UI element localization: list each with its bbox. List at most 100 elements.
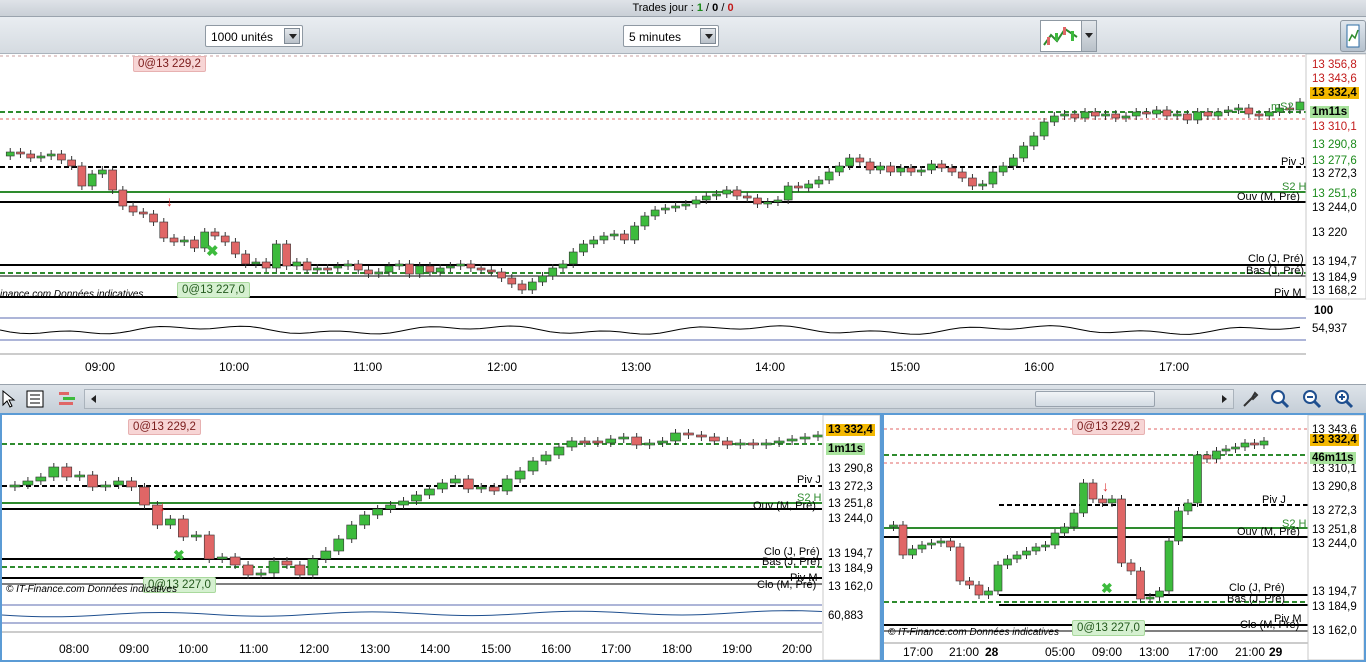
zoom-fit-icon[interactable] bbox=[1270, 389, 1290, 409]
time-axis-label: 09:00 bbox=[85, 360, 116, 374]
main-candle bbox=[261, 261, 271, 269]
intraday-chart-pane[interactable]: ↓✖ bbox=[2, 415, 880, 660]
settings-wrench-icon[interactable] bbox=[1240, 389, 1260, 409]
main-candle bbox=[579, 243, 588, 253]
bl-order-marker-top[interactable]: 0@13 229,2 bbox=[128, 419, 201, 435]
bl-candle bbox=[540, 454, 552, 462]
br-order-marker-top[interactable]: 0@13 229,2 bbox=[1072, 419, 1145, 435]
bl-candle bbox=[462, 478, 474, 490]
price-axis-label: 13 343,6 bbox=[1312, 73, 1357, 85]
br-candle bbox=[1136, 570, 1145, 600]
br-candle bbox=[1003, 558, 1012, 566]
bl-piv-j-label: Piv J bbox=[797, 474, 821, 486]
main-candle bbox=[323, 267, 332, 271]
bl-candle bbox=[229, 556, 241, 566]
clo-j-label: Clo (J, Pré) bbox=[1248, 253, 1304, 265]
br-copyright-text: © IT-Finance.com Données indicatives bbox=[888, 627, 1059, 638]
main-candle bbox=[804, 183, 813, 189]
main-candle bbox=[1080, 111, 1090, 119]
chart-panel-icon bbox=[1346, 24, 1360, 48]
br-time-axis-label: 17:00 bbox=[903, 645, 934, 659]
main-candle bbox=[916, 169, 926, 173]
zoom-in-icon[interactable] bbox=[1334, 389, 1354, 409]
main-candle bbox=[783, 185, 793, 201]
copyright-note: Données indicatives bbox=[53, 289, 144, 300]
br-candle bbox=[1088, 482, 1098, 500]
main-candle bbox=[435, 267, 445, 273]
main-candle bbox=[190, 239, 199, 249]
main-candle bbox=[251, 261, 261, 265]
main-candle bbox=[487, 269, 496, 273]
bl-candle bbox=[683, 432, 694, 436]
drawing-tool-icon[interactable] bbox=[25, 389, 45, 409]
bl-cross-marker-icon: ✖ bbox=[173, 547, 185, 563]
br-price-axis-label: 13 251,8 bbox=[1312, 524, 1357, 536]
bl-price-axis-label: 13 184,9 bbox=[828, 563, 873, 575]
interval-select[interactable]: 5 minutes bbox=[623, 25, 719, 47]
main-candle bbox=[1183, 113, 1192, 121]
bl-candle bbox=[320, 550, 332, 560]
br-ouv-m-label: Ouv (M, Pré) bbox=[1237, 526, 1300, 538]
br-order-marker-bottom[interactable]: 0@13 227,0 bbox=[1072, 620, 1145, 636]
br-time-axis-label: 05:00 bbox=[1045, 645, 1076, 659]
br-time-axis-label: 21:00 bbox=[949, 645, 980, 659]
br-candle bbox=[1221, 448, 1231, 452]
main-candle bbox=[77, 165, 87, 187]
br-copyright-brand: © IT-Finance.com bbox=[888, 627, 967, 638]
indicator-value-label: 54,937 bbox=[1312, 323, 1348, 335]
main-candle bbox=[87, 173, 97, 187]
navigation-toolbar bbox=[0, 384, 1366, 414]
main-price-chart[interactable]: ↓✖ bbox=[0, 54, 1366, 384]
chevron-down-icon[interactable] bbox=[284, 28, 300, 44]
bl-candle bbox=[190, 534, 202, 538]
quantity-select[interactable]: 1000 unités bbox=[205, 25, 303, 47]
bl-price-axis-label: 13 290,8 bbox=[828, 463, 873, 475]
chart-type-dropdown[interactable] bbox=[1081, 20, 1097, 52]
main-candle bbox=[620, 233, 629, 241]
main-candle bbox=[763, 201, 773, 205]
br-candle bbox=[927, 542, 936, 546]
main-candle bbox=[405, 263, 414, 275]
horizontal-scrollbar[interactable] bbox=[84, 389, 1234, 409]
main-candle bbox=[415, 265, 424, 275]
main-candle bbox=[773, 199, 783, 203]
chart-type-button[interactable] bbox=[1040, 20, 1082, 52]
main-candle bbox=[1070, 113, 1080, 119]
br-candle bbox=[1240, 442, 1250, 448]
bl-candle bbox=[255, 572, 267, 576]
main-candle bbox=[998, 165, 1008, 173]
scroll-right-icon[interactable] bbox=[1217, 392, 1231, 406]
chevron-down-icon[interactable] bbox=[700, 28, 716, 44]
indicators-icon[interactable] bbox=[57, 389, 77, 409]
bl-candle bbox=[670, 432, 681, 442]
main-candle bbox=[220, 235, 230, 243]
main-candle bbox=[742, 195, 752, 199]
bl-ouv-m-label: Ouv (M, Pré) bbox=[753, 500, 816, 512]
scroll-left-icon[interactable] bbox=[87, 392, 101, 406]
scroll-thumb[interactable] bbox=[1035, 391, 1155, 407]
main-candle bbox=[46, 153, 56, 157]
bl-candle bbox=[22, 480, 34, 486]
br-piv-j-label: Piv J bbox=[1262, 494, 1286, 506]
bl-time-axis-label: 17:00 bbox=[601, 642, 632, 656]
bl-candle bbox=[333, 538, 345, 552]
zoom-out-icon[interactable] bbox=[1302, 389, 1322, 409]
br-candle bbox=[1231, 446, 1240, 450]
collapse-panel-button[interactable] bbox=[1340, 20, 1366, 52]
main-candle bbox=[650, 209, 660, 217]
main-candle bbox=[353, 263, 363, 271]
main-candle bbox=[231, 241, 240, 255]
main-candle bbox=[26, 153, 36, 159]
main-candle bbox=[1029, 135, 1039, 147]
bl-clo-m-label: Clo (M, Pré) bbox=[757, 579, 817, 591]
bl-candle bbox=[126, 480, 137, 488]
br-candle bbox=[1060, 526, 1069, 534]
ouv-m-label: Ouv (M, Pré) bbox=[1237, 191, 1300, 203]
br-candle bbox=[889, 524, 898, 528]
main-candle bbox=[1131, 111, 1141, 117]
main-candle bbox=[1254, 113, 1264, 117]
order-marker-top[interactable]: 0@13 229,2 bbox=[133, 56, 206, 72]
main-candle bbox=[343, 263, 353, 267]
cursor-tool-icon[interactable] bbox=[0, 389, 20, 409]
order-marker-bottom[interactable]: 0@13 227,0 bbox=[177, 282, 250, 298]
